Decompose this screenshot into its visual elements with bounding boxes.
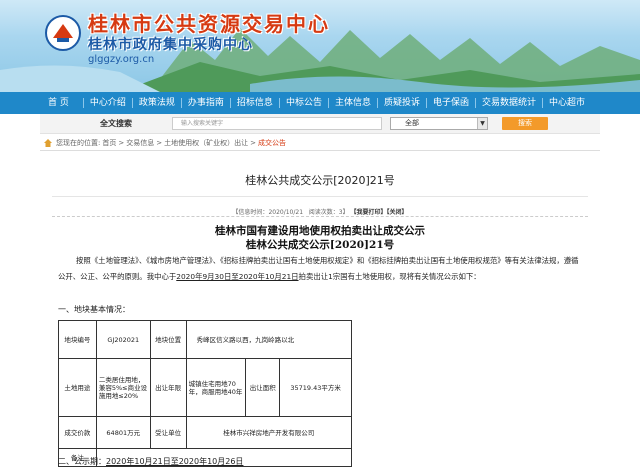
article-meta: 【信息时间：2020/10/21 阅读次数：3】 【我要打印】【关闭】: [232, 209, 408, 216]
nav-item-award[interactable]: 中标公告: [280, 92, 328, 114]
table-row: 地块编号 GJ202021 地块位置 秀峰区信义路以西，九岗岭路以北: [58, 320, 353, 359]
breadcrumb-current: 成交公告: [257, 139, 286, 147]
table-cell: 桂林市兴祥房地产开发有限公司: [185, 416, 353, 449]
publicity-date-range: 2020年10月21日至2020年10月26日: [106, 457, 244, 466]
nav-item-guide[interactable]: 办事指南: [182, 92, 230, 114]
nav-item-guarantee[interactable]: 电子保函: [427, 92, 475, 114]
search-bar: 全文搜索 输入搜索关键字 全部 ▼ 搜索: [40, 114, 600, 134]
table-cell: 秀峰区信义路以西，九岗岭路以北: [185, 320, 353, 359]
location-icon: [44, 139, 52, 147]
nav-item-market[interactable]: 中心超市: [543, 92, 591, 114]
search-button[interactable]: 搜索: [502, 117, 548, 130]
breadcrumb-land[interactable]: 土地使用权（矿业权）出让: [164, 138, 248, 148]
chevron-down-icon[interactable]: ▼: [477, 118, 487, 129]
article-paragraph: 按照《土地管理法》、《城市房地产管理法》、《招标挂牌拍卖出让国有土地使用权规定》…: [58, 253, 582, 285]
breadcrumb-separator: >: [118, 139, 125, 147]
page-title: 桂林公共成交公示[2020]21号: [245, 174, 395, 187]
section-heading: 二、公示期：2020年10月21日至2020年10月26日: [58, 456, 243, 467]
divider: [52, 216, 588, 217]
print-link[interactable]: 【我要打印】: [351, 209, 387, 216]
nav-item-tender[interactable]: 招标信息: [231, 92, 279, 114]
search-input[interactable]: 输入搜索关键字: [172, 117, 382, 130]
table-cell: 城镇住宅用地70年，商服用地40年: [185, 358, 247, 417]
site-banner: 桂林市公共资源交易中心 桂林市政府集中采购中心 glggzy.org.cn: [0, 0, 640, 92]
table-cell: 35719.43平方米: [279, 358, 352, 417]
table-cell: 成交价款: [58, 416, 97, 449]
nav-item-home[interactable]: 首 页: [34, 92, 83, 114]
publish-date: 2020/10/21: [268, 209, 304, 216]
publicity-label: 二、公示期：: [58, 457, 106, 466]
table-cell: 出让面积: [245, 358, 281, 417]
table-cell: 64801万元: [95, 416, 151, 449]
table-cell: 出让年限: [149, 358, 187, 417]
breadcrumb-trade-info[interactable]: 交易信息: [126, 138, 154, 148]
nav-item-policy[interactable]: 政策法规: [133, 92, 181, 114]
nav-item-complaint[interactable]: 质疑投诉: [378, 92, 426, 114]
view-count: 3: [338, 209, 343, 216]
search-label: 全文搜索: [100, 119, 132, 128]
table-cell: 地块编号: [58, 320, 97, 359]
land-info-table: 地块编号 GJ202021 地块位置 秀峰区信义路以西，九岗岭路以北 土地用途 …: [58, 320, 353, 467]
breadcrumb-prefix: 您现在的位置:: [56, 139, 101, 147]
breadcrumb-separator: >: [156, 139, 163, 147]
breadcrumb-separator: >: [250, 139, 256, 147]
search-scope-select[interactable]: 全部 ▼: [390, 117, 488, 130]
section-heading: 一、地块基本情况：: [58, 305, 130, 314]
views-label: 阅读次数：: [308, 209, 339, 216]
paragraph-text: 拍卖出让1宗国有土地使用权，现将有关情况公示如下：: [298, 272, 481, 281]
breadcrumb-home[interactable]: 首页: [102, 138, 116, 148]
search-scope-value: 全部: [405, 119, 419, 127]
close-link[interactable]: 【关闭】: [387, 209, 408, 216]
article-subheading: 桂林公共成交公示[2020]21号: [245, 239, 395, 251]
divider: [52, 196, 588, 197]
table-cell: 二类居住用地，兼容5%≤商业设施用地≤20%: [95, 358, 151, 417]
main-nav: 首 页 中心介绍 政策法规 办事指南 招标信息 中标公告 主体信息 质疑投诉 电…: [0, 92, 640, 114]
nav-item-statistics[interactable]: 交易数据统计: [476, 92, 542, 114]
site-subtitle: 桂林市政府集中采购中心: [88, 37, 253, 53]
site-logo-icon: [45, 15, 81, 51]
table-row: 土地用途 二类居住用地，兼容5%≤商业设施用地≤20% 出让年限 城镇住宅用地7…: [58, 358, 352, 417]
table-cell: 土地用途: [58, 358, 97, 417]
divider: [40, 150, 600, 151]
nav-item-entity[interactable]: 主体信息: [329, 92, 377, 114]
breadcrumb: 您现在的位置: 首页 > 交易信息 > 土地使用权（矿业权）出让 > 成交公告: [44, 138, 288, 148]
nav-item-about[interactable]: 中心介绍: [84, 92, 132, 114]
date-label: 【信息时间：: [232, 209, 269, 216]
table-row: 成交价款 64801万元 受让单位 桂林市兴祥房地产开发有限公司: [58, 416, 353, 449]
table-cell: 地块位置: [149, 320, 187, 359]
auction-date-range: 2020年9月30日至2020年10月21日: [176, 272, 299, 281]
table-cell: GJ202021: [95, 320, 151, 359]
article-heading: 桂林市国有建设用地使用权拍卖出让成交公示: [215, 225, 425, 237]
site-domain: glggzy.org.cn: [88, 54, 155, 65]
site-title: 桂林市公共资源交易中心: [88, 12, 330, 36]
table-cell: 受让单位: [149, 416, 187, 449]
